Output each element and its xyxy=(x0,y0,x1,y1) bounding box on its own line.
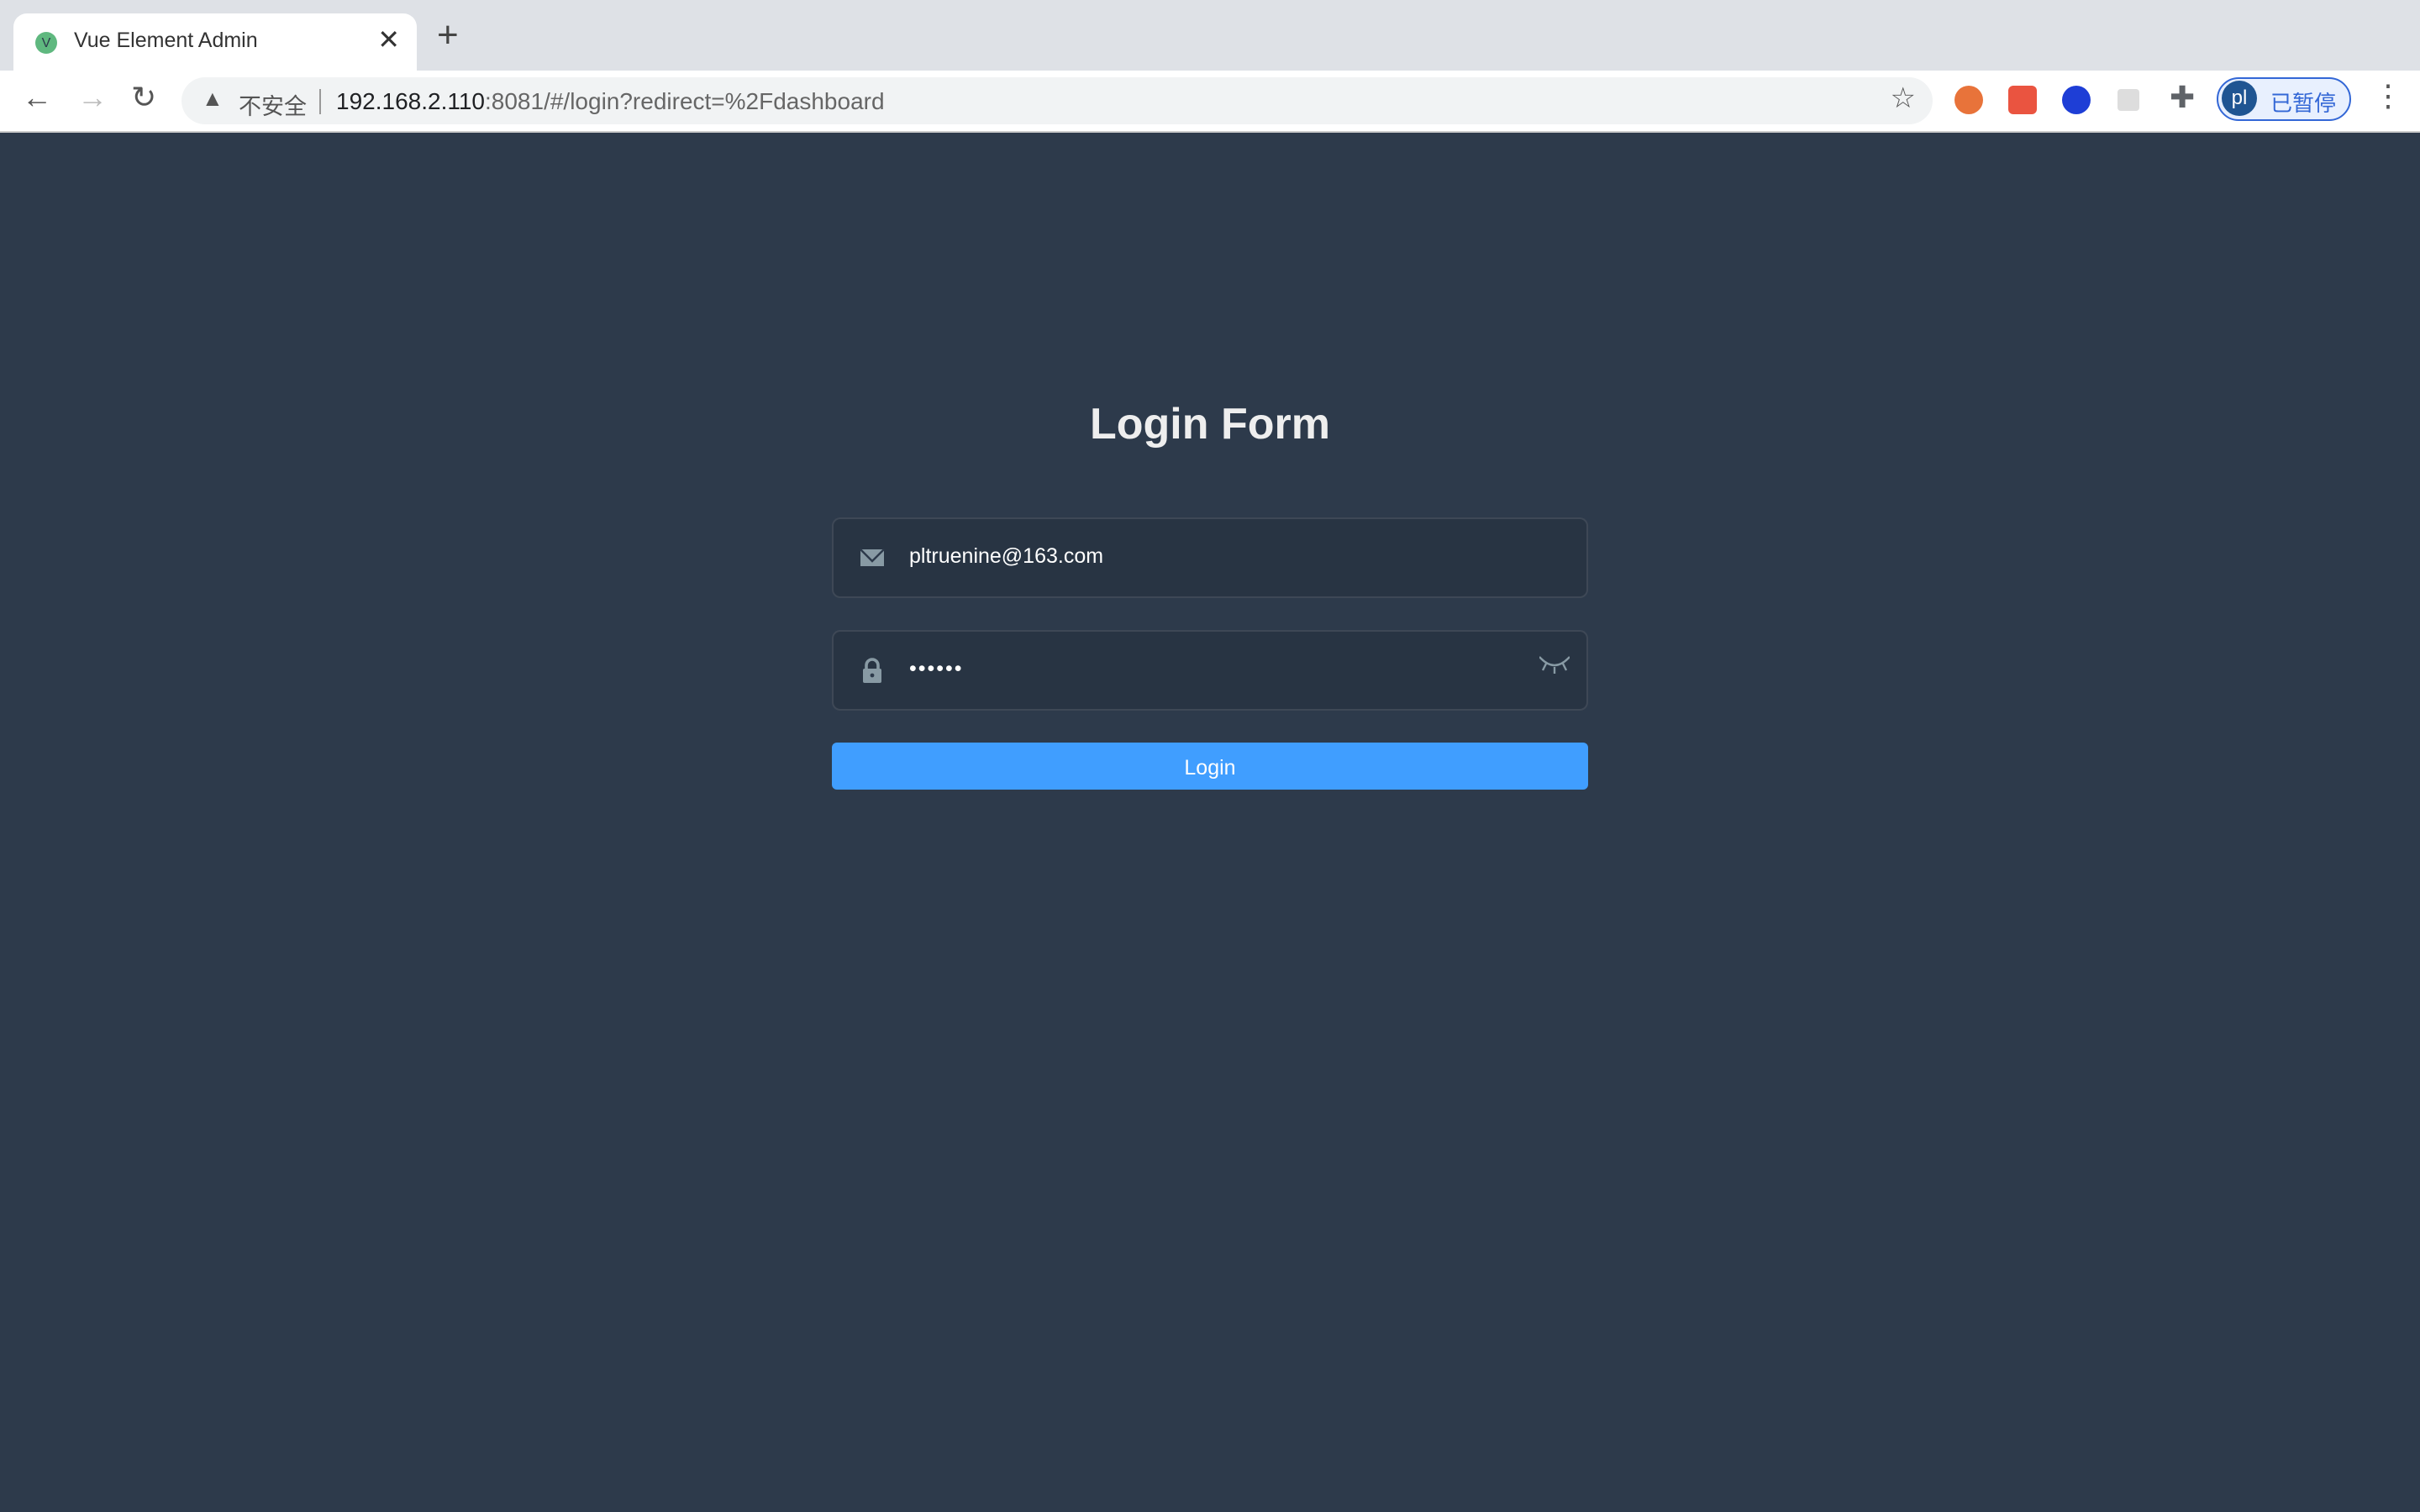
address-bar[interactable]: ▲ 不安全 192.168.2.110:8081/#/login?redirec… xyxy=(182,77,1933,124)
url-path: :8081/#/login?redirect=%2Fdashboard xyxy=(485,87,885,114)
extensions-puzzle-icon[interactable]: ✚ xyxy=(2170,81,2195,116)
extension-check-icon[interactable] xyxy=(2118,89,2139,111)
login-page: Login Form Login xyxy=(0,133,2420,1512)
extension-cat-icon[interactable] xyxy=(2062,86,2091,114)
tab-bar: V Vue Element Admin ✕ + xyxy=(0,0,2420,71)
new-tab-button[interactable]: + xyxy=(437,16,459,53)
tab-close-icon[interactable]: ✕ xyxy=(377,24,400,57)
browser-toolbar: ← → ↻ ▲ 不安全 192.168.2.110:8081/#/login?r… xyxy=(0,71,2420,133)
email-icon xyxy=(860,549,885,566)
bookmark-star-icon[interactable]: ☆ xyxy=(1891,82,1917,116)
page-title: Login Form xyxy=(1090,398,1330,449)
password-input[interactable] xyxy=(909,657,1514,680)
username-field[interactable] xyxy=(832,517,1588,598)
warning-icon: ▲ xyxy=(202,86,224,111)
browser-tab[interactable]: V Vue Element Admin ✕ xyxy=(13,13,417,71)
profile-status: 已暂停 xyxy=(2270,91,2337,116)
back-icon[interactable]: ← xyxy=(22,81,52,116)
extension-dice-icon[interactable] xyxy=(2008,86,2037,114)
profile-button[interactable]: pl 已暂停 xyxy=(2217,77,2351,121)
tab-title: Vue Element Admin xyxy=(74,29,258,52)
vue-favicon-icon: V xyxy=(35,32,57,54)
divider xyxy=(319,89,321,114)
forward-icon[interactable]: → xyxy=(77,81,108,116)
eye-closed-icon[interactable] xyxy=(1539,655,1570,675)
url-host: 192.168.2.110 xyxy=(336,87,485,114)
url-text[interactable]: 192.168.2.110:8081/#/login?redirect=%2Fd… xyxy=(336,87,885,114)
login-button[interactable]: Login xyxy=(832,743,1588,790)
username-input[interactable] xyxy=(909,544,1514,568)
security-label[interactable]: 不安全 xyxy=(239,87,307,121)
extension-orange-icon[interactable] xyxy=(1954,86,1983,114)
password-field[interactable] xyxy=(832,630,1588,711)
lock-icon xyxy=(863,658,881,683)
avatar: pl xyxy=(2222,81,2257,116)
reload-icon[interactable]: ↻ xyxy=(131,81,156,116)
menu-kebab-icon[interactable]: ⋮ xyxy=(2373,79,2403,114)
